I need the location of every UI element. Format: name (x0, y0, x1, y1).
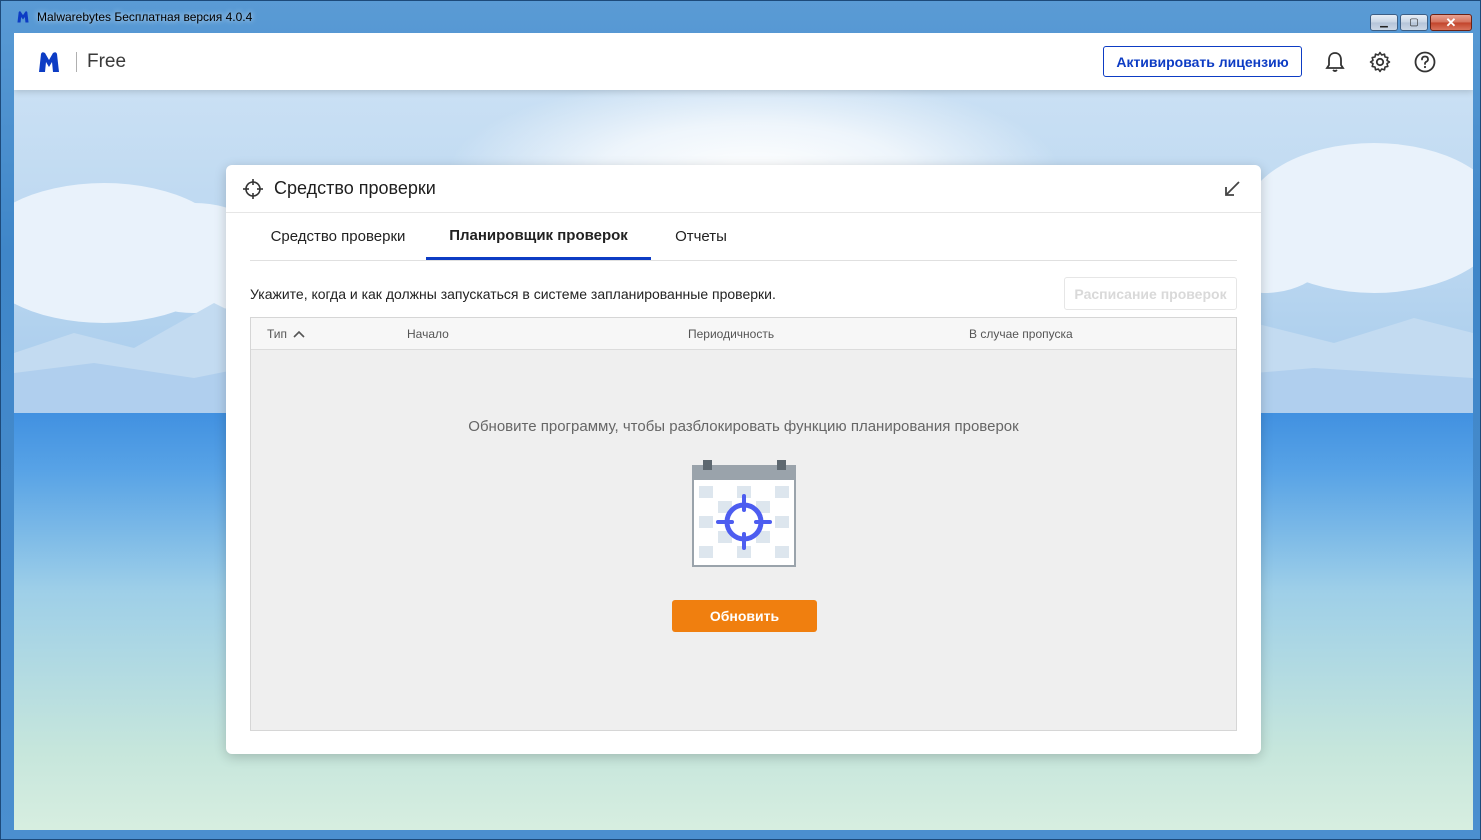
tab-scan-scheduler[interactable]: Планировщик проверок (426, 213, 651, 260)
bell-icon[interactable] (1323, 50, 1347, 74)
upgrade-button[interactable]: Обновить (672, 600, 817, 632)
sort-ascending-icon (293, 330, 305, 338)
card-header: Средство проверки (226, 165, 1261, 213)
help-icon[interactable] (1413, 50, 1437, 74)
product-edition: Free (87, 50, 127, 72)
column-header-if-missed[interactable]: В случае пропуска (969, 318, 1073, 350)
card-title: Средство проверки (274, 178, 436, 198)
upgrade-message: Обновите программу, чтобы разблокировать… (468, 418, 1019, 435)
gear-icon[interactable] (1368, 50, 1392, 74)
scanner-card: Средство проверки Средство проверки План… (226, 165, 1261, 754)
tab-bar: Средство проверки Планировщик проверок О… (250, 213, 1237, 261)
close-button[interactable]: ✕ (1430, 14, 1472, 31)
schedule-scan-button[interactable]: Расписание проверок (1064, 277, 1237, 310)
calendar-scan-icon (692, 460, 796, 567)
scheduler-description: Укажите, когда и как должны запускаться … (250, 286, 776, 302)
client-area: Free Активировать лицензию Средство пров… (14, 33, 1473, 830)
tab-scanner[interactable]: Средство проверки (250, 213, 426, 260)
maximize-button[interactable]: ▢ (1400, 14, 1428, 31)
minimize-button[interactable]: ▁ (1370, 14, 1398, 31)
tab-reports[interactable]: Отчеты (651, 213, 751, 260)
window-title: Malwarebytes Бесплатная версия 4.0.4 (37, 10, 253, 24)
header-divider (76, 51, 77, 72)
title-bar[interactable]: Malwarebytes Бесплатная версия 4.0.4 (1, 1, 1480, 33)
collapse-arrow-icon[interactable] (1223, 180, 1241, 198)
window-frame: Malwarebytes Бесплатная версия 4.0.4 ▁ ▢… (0, 0, 1481, 840)
activate-license-button[interactable]: Активировать лицензию (1103, 46, 1302, 77)
column-header-type[interactable]: Тип (267, 318, 305, 350)
column-header-start[interactable]: Начало (407, 318, 449, 350)
app-header: Free Активировать лицензию (14, 33, 1473, 90)
table-header: Тип Начало Периодичность В случае пропус… (251, 318, 1236, 350)
malwarebytes-logo-icon (17, 11, 29, 23)
column-header-frequency[interactable]: Периодичность (688, 318, 774, 350)
malwarebytes-logo-icon (39, 51, 59, 72)
crosshair-icon (243, 178, 263, 199)
schedule-table: Тип Начало Периодичность В случае пропус… (250, 317, 1237, 731)
window-controls: ▁ ▢ ✕ (1370, 14, 1472, 31)
